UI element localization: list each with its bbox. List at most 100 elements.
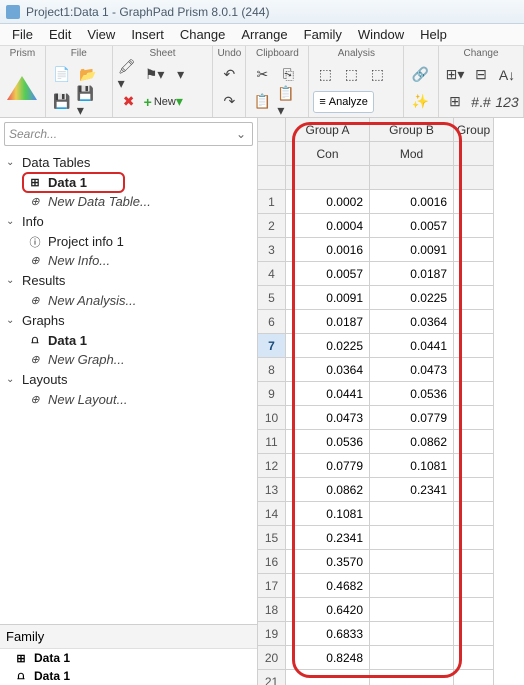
highlight-button[interactable]: 🖍▾ [117, 64, 141, 86]
number-format-button[interactable]: 123 [495, 91, 519, 113]
grid-cell[interactable]: 0.0187 [286, 310, 370, 334]
grid-cell[interactable]: 0.0016 [286, 238, 370, 262]
grid-cell[interactable]: 0.0364 [370, 310, 454, 334]
grid-cell[interactable] [454, 238, 494, 262]
sheet-options-button[interactable]: ▾ [169, 64, 193, 86]
wand-button[interactable]: ✨ [408, 91, 432, 113]
grid-cell[interactable]: 0.0441 [370, 334, 454, 358]
grid-cell[interactable] [286, 670, 370, 685]
row-header[interactable]: 14 [258, 502, 286, 526]
tree-item[interactable]: ⊞Data 1 [2, 173, 255, 192]
delete-sheet-button[interactable]: ✖ [117, 91, 141, 113]
tree-item[interactable]: ⊕New Info... [2, 251, 255, 270]
grid-cell[interactable]: 0.0225 [286, 334, 370, 358]
row-header[interactable]: 5 [258, 286, 286, 310]
column-group-header[interactable]: Group A [286, 118, 370, 142]
flag-button[interactable]: ⚑▾ [143, 64, 167, 86]
menu-help[interactable]: Help [412, 25, 455, 44]
grid-cell[interactable]: 0.0004 [286, 214, 370, 238]
row-header[interactable]: 2 [258, 214, 286, 238]
grid-cell[interactable] [370, 502, 454, 526]
column-group-header[interactable]: Group B [370, 118, 454, 142]
tree-item[interactable]: ⊕New Data Table... [2, 192, 255, 211]
grid-cell[interactable]: 0.0091 [286, 286, 370, 310]
row-header[interactable]: 21 [258, 670, 286, 685]
grid-cell[interactable] [454, 430, 494, 454]
paste-button[interactable]: 📋 [250, 91, 274, 113]
new-file-button[interactable]: 📄 [50, 64, 74, 86]
tree-item[interactable]: ⩍Data 1 [2, 331, 255, 350]
row-header[interactable]: 10 [258, 406, 286, 430]
row-header[interactable]: 16 [258, 550, 286, 574]
row-header[interactable]: 6 [258, 310, 286, 334]
menu-insert[interactable]: Insert [123, 25, 172, 44]
row-header[interactable]: 17 [258, 574, 286, 598]
tree-section-info[interactable]: ⌄Info [2, 211, 255, 232]
grid-cell[interactable] [370, 622, 454, 646]
grid-cell[interactable]: 0.2341 [370, 478, 454, 502]
grid-cell[interactable]: 0.0002 [286, 190, 370, 214]
column-group-header[interactable]: Group [454, 118, 494, 142]
grid-cell[interactable] [370, 670, 454, 685]
grid-cell[interactable]: 0.0862 [370, 430, 454, 454]
grid-cell[interactable] [454, 214, 494, 238]
grid-cell[interactable] [454, 358, 494, 382]
save-button[interactable]: 💾 [50, 91, 74, 113]
grid-cell[interactable]: 0.0473 [370, 358, 454, 382]
grid-cell[interactable]: 0.6833 [286, 622, 370, 646]
grid-cell[interactable]: 0.0441 [286, 382, 370, 406]
grid-cell[interactable] [370, 550, 454, 574]
grid-cell[interactable] [454, 670, 494, 685]
grid-cell[interactable]: 0.1081 [286, 502, 370, 526]
grid-cell[interactable] [454, 478, 494, 502]
tree-section-graphs[interactable]: ⌄Graphs [2, 310, 255, 331]
menu-view[interactable]: View [79, 25, 123, 44]
analyze-button[interactable]: ≡Analyze [313, 91, 374, 113]
decimals-button[interactable]: #.# [469, 91, 493, 113]
column-name-header[interactable]: Con [286, 142, 370, 166]
tree-item[interactable]: ⊕New Layout... [2, 390, 255, 409]
tree-item[interactable]: ⊕New Graph... [2, 350, 255, 369]
row-header[interactable]: 7 [258, 334, 286, 358]
link-button[interactable]: 🔗 [408, 64, 432, 86]
grid-cell[interactable]: 0.0536 [370, 382, 454, 406]
tree-section-layouts[interactable]: ⌄Layouts [2, 369, 255, 390]
family-item[interactable]: ⩍Data 1 [0, 667, 257, 685]
open-button[interactable]: 📂 [76, 64, 100, 86]
grid-cell[interactable]: 0.0862 [286, 478, 370, 502]
row-header[interactable]: 12 [258, 454, 286, 478]
grid-cell[interactable] [454, 382, 494, 406]
row-header[interactable]: 11 [258, 430, 286, 454]
new-sheet-button[interactable]: +New▾ [143, 91, 184, 113]
grid-cell[interactable] [370, 646, 454, 670]
menu-file[interactable]: File [4, 25, 41, 44]
row-header[interactable]: 13 [258, 478, 286, 502]
grid-cell[interactable]: 0.6420 [286, 598, 370, 622]
rows-button[interactable]: ⊞ [443, 91, 467, 113]
undo-button[interactable]: ↶ [217, 64, 241, 86]
save-as-button[interactable]: 💾▾ [76, 91, 100, 113]
grid-cell[interactable] [370, 598, 454, 622]
tree-item[interactable]: ⓘProject info 1 [2, 232, 255, 251]
row-header[interactable]: 18 [258, 598, 286, 622]
analysis-b-button[interactable]: ⬚ [339, 64, 363, 86]
row-header[interactable]: 3 [258, 238, 286, 262]
grid-cell[interactable] [454, 646, 494, 670]
grid-cell[interactable]: 0.0091 [370, 238, 454, 262]
grid-cell[interactable] [370, 526, 454, 550]
row-header[interactable]: 19 [258, 622, 286, 646]
row-header[interactable]: 8 [258, 358, 286, 382]
paste-special-button[interactable]: 📋▾ [276, 91, 300, 113]
column-name-header[interactable]: Mod [370, 142, 454, 166]
grid-cell[interactable]: 0.1081 [370, 454, 454, 478]
tree-section-results[interactable]: ⌄Results [2, 270, 255, 291]
grid-cell[interactable] [454, 310, 494, 334]
tree-section-data-tables[interactable]: ⌄Data Tables [2, 152, 255, 173]
sort-button[interactable]: A↓ [495, 64, 519, 86]
grid-cell[interactable]: 0.0225 [370, 286, 454, 310]
grid-cell[interactable] [454, 190, 494, 214]
tree-item[interactable]: ⊕New Analysis... [2, 291, 255, 310]
grid-cell[interactable]: 0.8248 [286, 646, 370, 670]
grid-cell[interactable]: 0.4682 [286, 574, 370, 598]
column-name-header[interactable] [454, 142, 494, 166]
